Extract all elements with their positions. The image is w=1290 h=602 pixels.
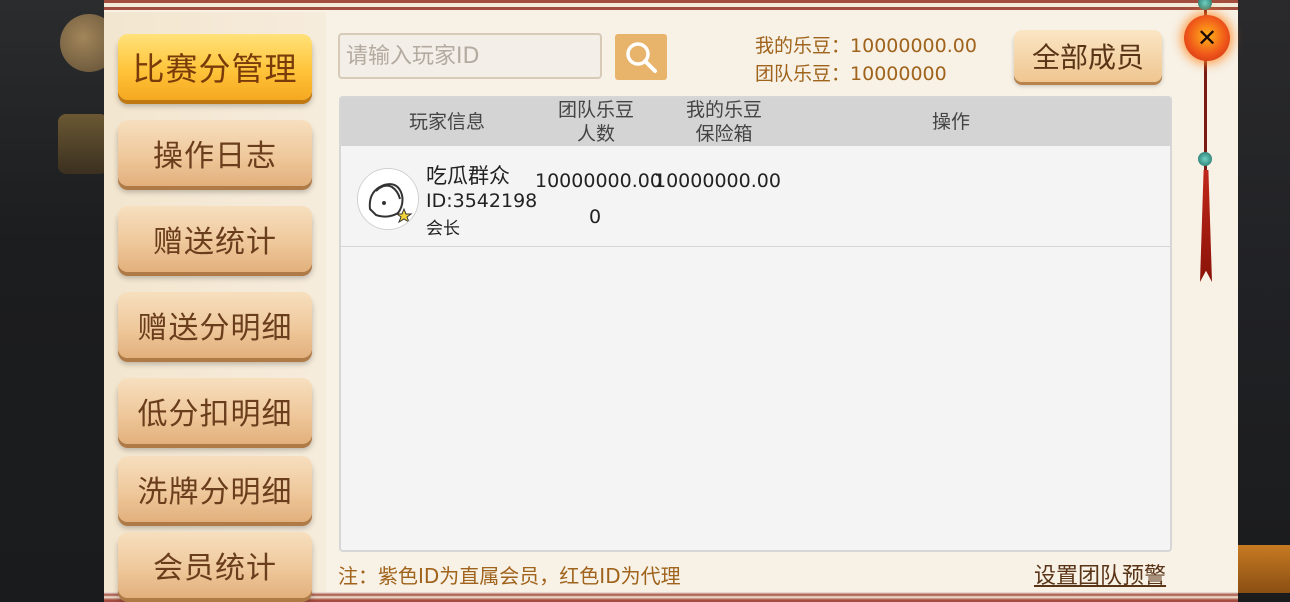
sidebar-item-member-stats[interactable]: 会员统计 (118, 532, 312, 598)
background-button (1238, 545, 1290, 593)
background-right (1238, 0, 1290, 602)
search-icon (626, 42, 657, 73)
header-action: 操作 (931, 111, 970, 133)
sidebar-item-shuffle-details[interactable]: 洗牌分明细 (118, 456, 312, 522)
panel-top-border (104, 0, 1238, 12)
sidebar-item-low-deduction-details[interactable]: 低分扣明细 (118, 378, 312, 444)
footer-note: 注：紫色ID为直属会员，红色ID为代理 (338, 564, 681, 588)
team-beans-value: 10000000 (850, 63, 947, 85)
header-my-beans: 我的乐豆 保险箱 (669, 98, 779, 146)
member-count-cell: 0 (589, 206, 602, 228)
search-button[interactable] (615, 34, 667, 80)
all-members-button[interactable]: 全部成员 (1014, 30, 1162, 82)
player-role: 会长 (426, 219, 460, 239)
my-beans-label: 我的乐豆： (755, 35, 851, 57)
my-beans-value: 10000000.00 (850, 35, 977, 57)
background-tile (58, 114, 108, 174)
safe-box-cell: 10000000.00 (654, 170, 781, 192)
sidebar-item-gift-details[interactable]: 赠送分明细 (118, 292, 312, 358)
set-team-alert-link[interactable]: 设置团队预警 (1034, 558, 1166, 590)
header-team-beans-line2: 人数 (576, 123, 615, 145)
team-beans-label: 团队乐豆： (755, 63, 851, 85)
close-button[interactable]: ✕ (1184, 15, 1230, 61)
header-my-beans-line1: 我的乐豆 (685, 99, 762, 121)
beans-info: 我的乐豆：10000000.00 团队乐豆：10000000 (755, 32, 977, 88)
table-header: 玩家信息 团队乐豆 人数 我的乐豆 保险箱 操作 (341, 98, 1170, 146)
sidebar-item-gift-stats[interactable]: 赠送统计 (118, 206, 312, 272)
background-left (0, 0, 118, 602)
my-beans: 我的乐豆：10000000.00 (755, 32, 977, 60)
player-name: 吃瓜群众 (426, 164, 510, 188)
avatar-icon (358, 169, 418, 229)
search-input[interactable] (338, 33, 602, 79)
close-icon: ✕ (1196, 24, 1218, 52)
header-player-info: 玩家信息 (408, 111, 485, 133)
player-id: ID:3542198 (426, 190, 538, 212)
header-team-beans-line1: 团队乐豆 (557, 99, 634, 121)
sidebar-item-operation-log[interactable]: 操作日志 (118, 120, 312, 186)
header-team-beans: 团队乐豆 人数 (541, 98, 651, 146)
team-beans-cell: 10000000.00 (535, 170, 662, 192)
team-beans: 团队乐豆：10000000 (755, 60, 977, 88)
members-table: 玩家信息 团队乐豆 人数 我的乐豆 保险箱 操作 吃瓜群众 ID:3542198… (339, 96, 1172, 552)
avatar (357, 168, 419, 230)
ornament-bead (1198, 152, 1212, 166)
sidebar-item-score-management[interactable]: 比赛分管理 (118, 34, 312, 100)
table-row[interactable]: 吃瓜群众 ID:3542198 会长 10000000.00 0 1000000… (341, 146, 1170, 247)
header-my-beans-line2: 保险箱 (695, 123, 753, 145)
